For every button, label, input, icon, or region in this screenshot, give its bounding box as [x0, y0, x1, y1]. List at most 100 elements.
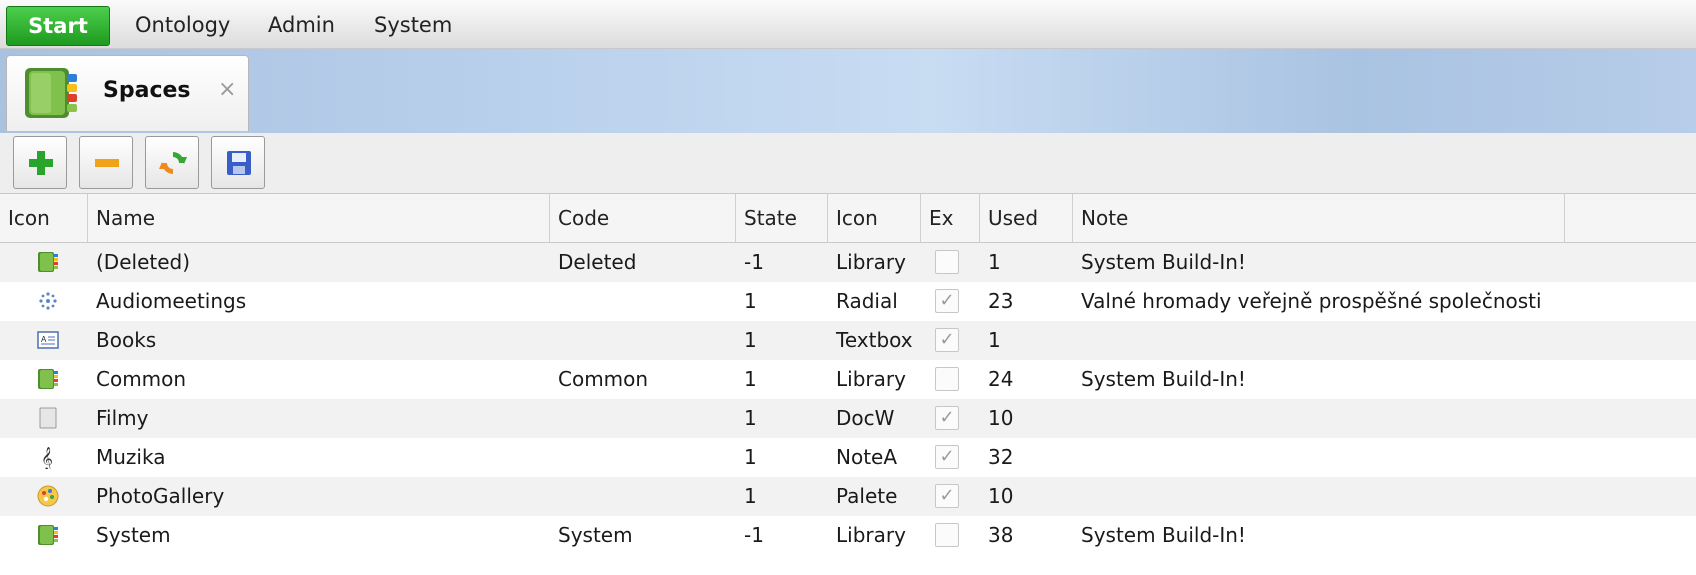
ex-checkbox[interactable]: ✓: [935, 328, 959, 352]
cell-note: [1073, 399, 1565, 438]
header-icon[interactable]: Icon: [0, 194, 88, 242]
cell-code: [550, 438, 736, 477]
cell-icon: [0, 243, 88, 285]
close-icon[interactable]: ×: [218, 77, 236, 102]
treble-clef-icon: 𝄞: [41, 446, 53, 469]
header-name[interactable]: Name: [88, 194, 550, 242]
document-icon: [39, 407, 57, 429]
cell-note: [1073, 438, 1565, 477]
cell-ex: ✓: [921, 477, 980, 516]
save-icon: [227, 151, 251, 175]
table-row[interactable]: PhotoGallery 1 Palete 10 ✓: [0, 477, 1696, 516]
ex-checkbox[interactable]: ✓: [935, 484, 959, 508]
add-icon: [29, 151, 53, 175]
table-row[interactable]: Common Common 1 Library 24 System Build-In!: [0, 360, 1696, 399]
table-row[interactable]: (Deleted) Deleted -1 Library 1 System Build-I…: [0, 243, 1696, 282]
cell-name: Common: [96, 367, 187, 391]
ex-checkbox[interactable]: ✓: [935, 445, 959, 469]
cell-state: 1: [744, 445, 757, 469]
header-note[interactable]: Note: [1073, 194, 1565, 242]
header-used[interactable]: Used: [980, 194, 1073, 242]
library-icon: [25, 68, 77, 118]
cell-used: 1: [988, 250, 1001, 274]
cell-used: 10: [988, 406, 1014, 430]
remove-button[interactable]: [79, 136, 133, 189]
table-row[interactable]: Filmy 1 DocW 10 ✓: [0, 399, 1696, 438]
cell-used: 38: [988, 523, 1014, 547]
cell-icon: [0, 516, 88, 558]
cell-used: 10: [988, 484, 1014, 508]
ex-checkbox[interactable]: ✓: [935, 406, 959, 430]
tab-spaces[interactable]: Spaces ×: [6, 55, 249, 131]
cell-name: (Deleted): [96, 250, 191, 274]
cell-note: Valné hromady veřejně prospěšné společno…: [1081, 289, 1542, 313]
cell-icon: 𝄞: [0, 438, 88, 480]
table-row[interactable]: 𝄞 Muzika 1 NoteA 32 ✓: [0, 438, 1696, 477]
cell-used: 23: [988, 289, 1014, 313]
cell-ex: [921, 516, 980, 555]
library-icon: [38, 369, 58, 389]
menu-system[interactable]: System: [374, 0, 452, 48]
toolbar: [0, 133, 1696, 194]
header-state[interactable]: State: [736, 194, 828, 242]
svg-text:𝄞: 𝄞: [41, 446, 53, 469]
header-ex[interactable]: Ex: [921, 194, 980, 242]
menu-admin[interactable]: Admin: [268, 0, 335, 48]
cell-icon-name: Library: [836, 367, 906, 391]
cell-icon-name: Palete: [836, 484, 898, 508]
ex-checkbox[interactable]: [935, 523, 959, 547]
table-row[interactable]: A Books 1 Textbox 1 ✓: [0, 321, 1696, 360]
cell-state: 1: [744, 484, 757, 508]
cell-ex: [921, 360, 980, 399]
cell-code: [550, 282, 736, 321]
cell-icon: [0, 399, 88, 441]
cell-ex: ✓: [921, 438, 980, 477]
svg-text:A: A: [41, 335, 47, 344]
add-button[interactable]: [13, 136, 67, 189]
cell-used: 24: [988, 367, 1014, 391]
cell-note: System Build-In!: [1081, 367, 1246, 391]
cell-ex: ✓: [921, 321, 980, 360]
cell-state: 1: [744, 367, 757, 391]
cell-icon-name: DocW: [836, 406, 895, 430]
cell-ex: ✓: [921, 399, 980, 438]
cell-note: [1073, 321, 1565, 360]
refresh-icon: [159, 152, 187, 174]
cell-name: System: [96, 523, 171, 547]
ex-checkbox[interactable]: ✓: [935, 289, 959, 313]
cell-note: [1073, 477, 1565, 516]
cell-icon: [0, 360, 88, 402]
cell-icon: A: [0, 321, 88, 363]
cell-used: 32: [988, 445, 1014, 469]
cell-icon-name: Textbox: [836, 328, 913, 352]
ex-checkbox[interactable]: [935, 250, 959, 274]
table-row[interactable]: Audiomeetings 1 Radial 23 Valné hromady veře…: [0, 282, 1696, 321]
cell-code: [550, 477, 736, 516]
table-row[interactable]: System System -1 Library 38 System Build-In!: [0, 516, 1696, 555]
cell-name: PhotoGallery: [96, 484, 225, 508]
library-icon: [38, 525, 58, 545]
cell-code: Common: [558, 367, 649, 391]
textbox-icon: A: [37, 331, 59, 349]
cell-code: System: [558, 523, 633, 547]
cell-icon: [0, 477, 88, 519]
menu-ontology[interactable]: Ontology: [135, 0, 230, 48]
cell-name: Audiomeetings: [96, 289, 247, 313]
start-button[interactable]: Start: [6, 6, 110, 46]
cell-icon-name: NoteA: [836, 445, 898, 469]
cell-state: 1: [744, 289, 757, 313]
ex-checkbox[interactable]: [935, 367, 959, 391]
cell-ex: ✓: [921, 282, 980, 321]
tab-label: Spaces: [103, 78, 191, 103]
grid-header: Icon Name Code State Icon Ex Used Note: [0, 194, 1696, 243]
cell-ex: [921, 243, 980, 282]
palette-icon: [37, 485, 59, 507]
cell-state: 1: [744, 406, 757, 430]
header-icon-name[interactable]: Icon: [828, 194, 921, 242]
save-button[interactable]: [211, 136, 265, 189]
tab-strip: [0, 49, 1696, 133]
cell-note: System Build-In!: [1081, 250, 1246, 274]
header-code[interactable]: Code: [550, 194, 736, 242]
refresh-button[interactable]: [145, 136, 199, 189]
cell-note: System Build-In!: [1081, 523, 1246, 547]
